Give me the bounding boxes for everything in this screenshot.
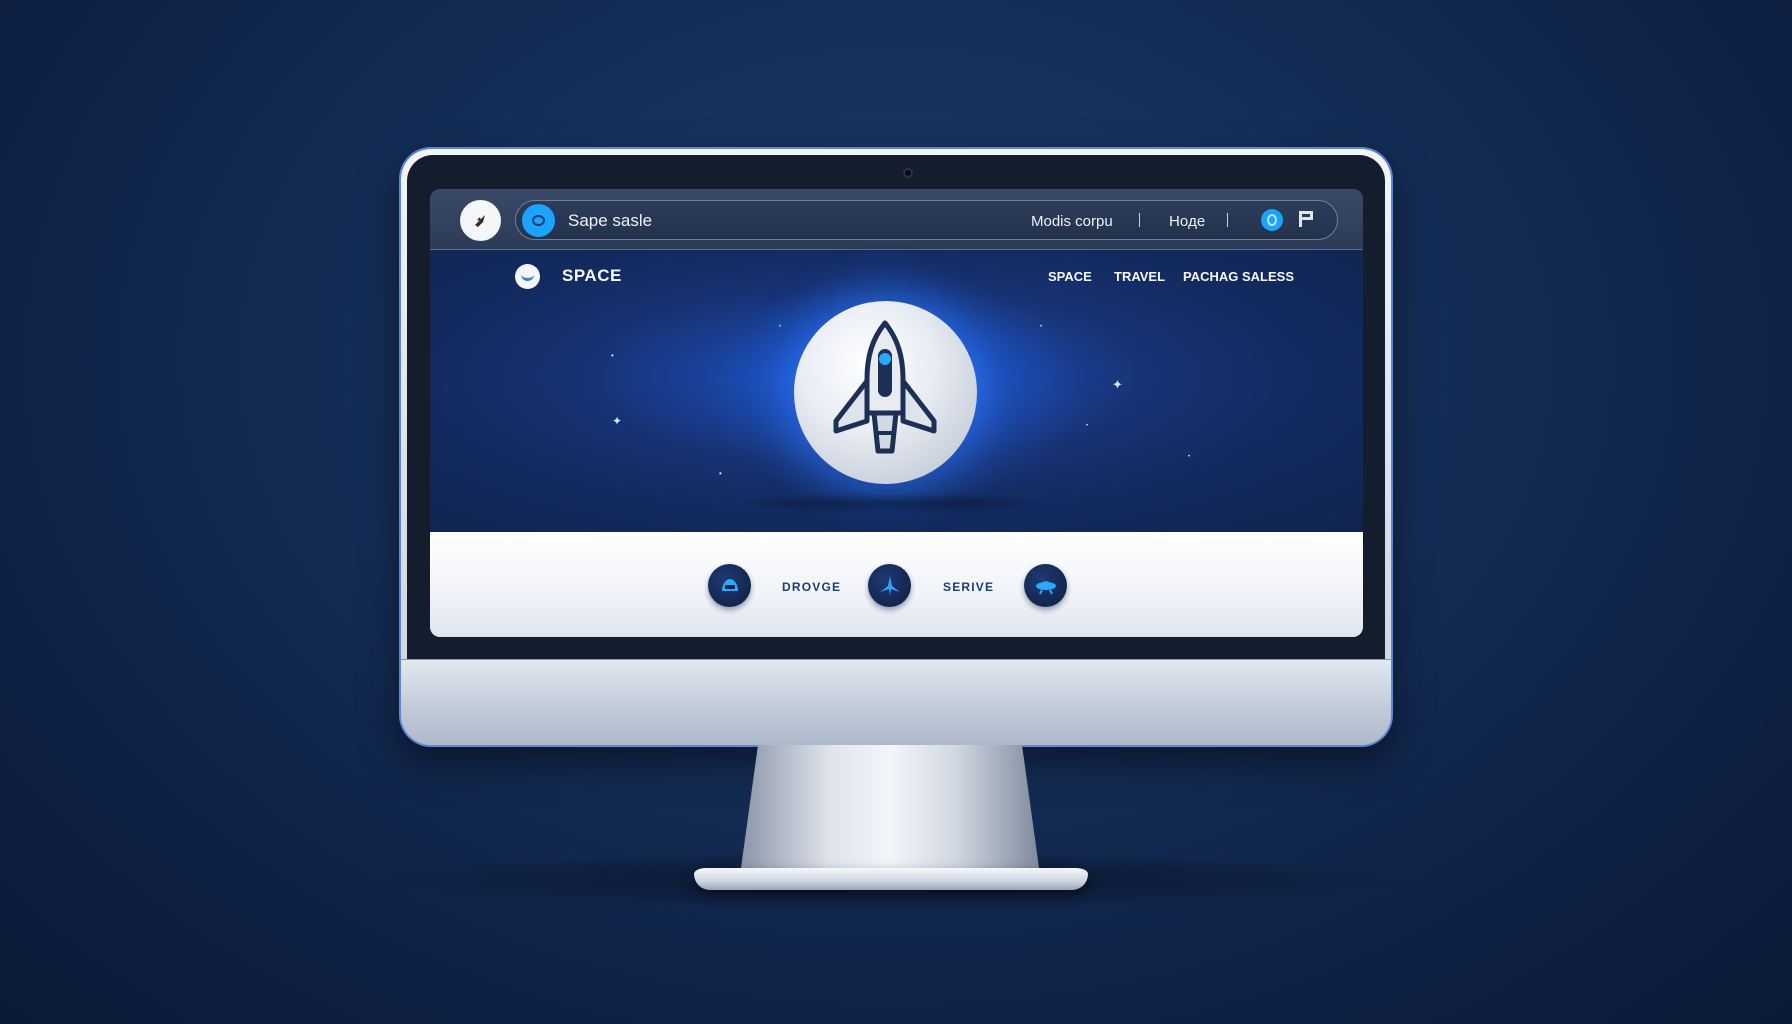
browser-toolbar: Sape sasle Modis corpu Hoде [430,189,1363,250]
monitor-stand-base [694,868,1088,890]
menu-icon[interactable] [1299,211,1315,227]
service-button-ufo[interactable] [1024,564,1067,607]
monitor-stand-neck [740,745,1040,875]
star: ✦ [1112,377,1123,392]
star: ✦ [612,414,623,428]
nav-travel[interactable]: TRAVEL [1114,269,1165,284]
bar-link-home[interactable]: Hoде [1169,213,1205,230]
bar-link-modis[interactable]: Modis corpu [1031,213,1113,230]
rocket-icon [474,214,485,227]
rocket-icon [833,320,937,454]
helmet-icon [721,578,738,591]
plane-icon [879,575,900,596]
hero-shadow [730,492,1050,514]
services-bar: DROVGE SERIVE [430,532,1363,637]
nav-packages-sales[interactable]: PACНAG SALESS [1183,269,1294,284]
star: • [1188,454,1191,460]
monitor-chin [401,659,1391,745]
rocket-badge [794,301,977,484]
screen: Sape sasle Modis corpu Hoде SPACE SPACE … [430,189,1363,637]
divider [1139,213,1140,227]
service-button-plane[interactable] [868,564,911,607]
webcam-icon [903,168,913,178]
address-bar[interactable]: Sape sasle Modis corpu Hoде [515,200,1338,240]
site-icon [522,204,555,237]
service-button-helmet[interactable] [708,564,751,607]
service-label-serive[interactable]: SERIVE [943,580,994,594]
star: • [611,351,614,360]
divider [1227,213,1228,227]
star: • [1086,423,1089,429]
browser-logo-button[interactable] [460,200,501,241]
site-logo[interactable] [515,264,540,289]
service-label-drovge[interactable]: DROVGE [782,580,841,594]
ufo-icon [1035,580,1056,594]
site-name[interactable]: SPACE [562,266,622,286]
profile-icon[interactable] [1261,209,1283,231]
hero-section: SPACE SPACE TRAVEL PACНAG SALESS • ✦ • •… [430,250,1363,532]
address-text: Sape sasle [568,211,653,230]
